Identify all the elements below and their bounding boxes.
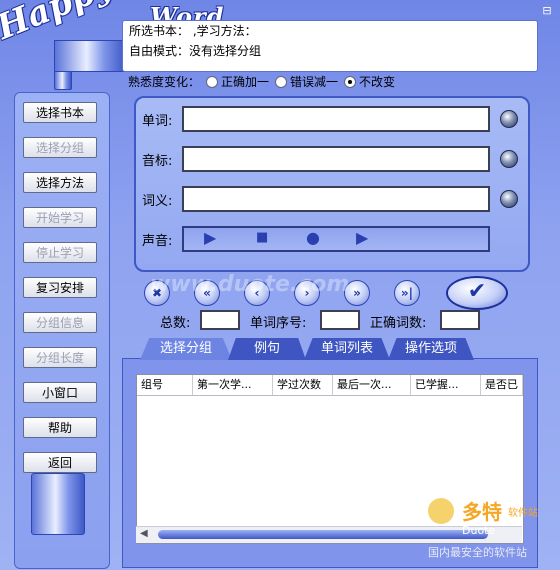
index-label: 单词序号: bbox=[250, 316, 307, 331]
mode-info-text: 自由模式：没有选择分组 bbox=[129, 44, 262, 58]
column-header[interactable]: 最后一次... bbox=[333, 375, 411, 395]
group-info-button[interactable]: 分组信息 bbox=[23, 312, 97, 333]
meaning-knob-icon[interactable] bbox=[500, 190, 518, 208]
tab-word-list[interactable]: 单词列表 bbox=[304, 338, 390, 360]
brand-site: 软件站 bbox=[508, 508, 538, 519]
radio-wrong-minus-label: 错误减一 bbox=[290, 75, 339, 89]
correct-value-box bbox=[440, 310, 480, 330]
info-panel: 所选书本： ,学习方法： 自由模式：没有选择分组 bbox=[122, 20, 538, 72]
table-header: 组号 第一次学... 学过次数 最后一次... 已学握... 是否已 bbox=[137, 375, 523, 396]
word-knob-icon[interactable] bbox=[500, 110, 518, 128]
next-icon[interactable]: ▶ bbox=[356, 228, 368, 248]
brand-slogan: 国内最安全的软件站 bbox=[428, 546, 527, 559]
phonetic-knob-icon[interactable] bbox=[500, 150, 518, 168]
logo-bar bbox=[54, 40, 126, 72]
total-value-box bbox=[200, 310, 240, 330]
familiarity-label: 熟悉度变化： bbox=[128, 75, 201, 89]
minimize-icon[interactable]: ⊟ bbox=[540, 4, 554, 18]
book-info-text: 所选书本： ,学习方法： bbox=[129, 24, 257, 38]
meaning-field[interactable] bbox=[182, 186, 490, 212]
play-icon[interactable]: ▶ bbox=[204, 228, 216, 248]
confirm-check-icon[interactable]: ✔ bbox=[446, 276, 508, 310]
tab-example-sentence[interactable]: 例句 bbox=[228, 338, 306, 360]
sidebar-decoration bbox=[31, 473, 85, 535]
start-learning-button[interactable]: 开始学习 bbox=[23, 207, 97, 228]
brand-mascot-icon bbox=[428, 498, 454, 524]
familiarity-row: 熟悉度变化： 正确加一 错误减一 不改变 bbox=[128, 73, 395, 90]
column-header[interactable]: 是否已 bbox=[481, 375, 523, 395]
total-label: 总数: bbox=[160, 316, 191, 331]
tab-operation-options[interactable]: 操作选项 bbox=[388, 338, 474, 360]
radio-no-change-icon[interactable] bbox=[344, 75, 357, 88]
record-icon[interactable]: ● bbox=[306, 228, 320, 248]
column-header[interactable]: 组号 bbox=[137, 375, 193, 395]
sidebar: 选择书本 选择分组 选择方法 开始学习 停止学习 复习安排 分组信息 分组长度 … bbox=[14, 92, 110, 569]
select-group-button[interactable]: 选择分组 bbox=[23, 137, 97, 158]
brand-latin: Duote bbox=[462, 524, 496, 537]
word-field[interactable] bbox=[182, 106, 490, 132]
watermark-text: www.duote.com bbox=[150, 272, 350, 297]
select-method-button[interactable]: 选择方法 bbox=[23, 172, 97, 193]
sound-player: ▶ ■ ● ▶ bbox=[182, 226, 490, 252]
radio-correct-plus-icon[interactable] bbox=[206, 75, 219, 88]
scroll-left-icon[interactable]: ◀ bbox=[140, 528, 148, 539]
index-value-box bbox=[320, 310, 360, 330]
column-header[interactable]: 学过次数 bbox=[273, 375, 333, 395]
radio-wrong-minus-icon[interactable] bbox=[275, 75, 288, 88]
correct-label: 正确词数: bbox=[370, 316, 427, 331]
tab-select-group[interactable]: 选择分组 bbox=[140, 338, 232, 360]
phonetic-label: 音标: bbox=[142, 154, 173, 169]
small-window-button[interactable]: 小窗口 bbox=[23, 382, 97, 403]
end-round-icon[interactable]: »| bbox=[394, 280, 420, 306]
help-button[interactable]: 帮助 bbox=[23, 417, 97, 438]
radio-correct-plus-label: 正确加一 bbox=[221, 75, 270, 89]
group-length-button[interactable]: 分组长度 bbox=[23, 347, 97, 368]
radio-no-change-label: 不改变 bbox=[359, 75, 396, 89]
word-form-group: 单词: 音标: 词义: 声音: ▶ ■ ● ▶ bbox=[134, 96, 530, 272]
brand-name: 多特 bbox=[462, 500, 502, 524]
stop-icon[interactable]: ■ bbox=[256, 228, 268, 248]
column-header[interactable]: 第一次学... bbox=[193, 375, 273, 395]
phonetic-field[interactable] bbox=[182, 146, 490, 172]
sound-label: 声音: bbox=[142, 234, 173, 249]
back-button[interactable]: 返回 bbox=[23, 452, 97, 473]
review-schedule-button[interactable]: 复习安排 bbox=[23, 277, 97, 298]
select-book-button[interactable]: 选择书本 bbox=[23, 102, 97, 123]
word-label: 单词: bbox=[142, 114, 173, 129]
meaning-label: 词义: bbox=[142, 194, 173, 209]
stop-learning-button[interactable]: 停止学习 bbox=[23, 242, 97, 263]
brand-watermark: 多特 软件站 Duote 国内最安全的软件站 bbox=[428, 490, 558, 568]
column-header[interactable]: 已学握... bbox=[411, 375, 481, 395]
